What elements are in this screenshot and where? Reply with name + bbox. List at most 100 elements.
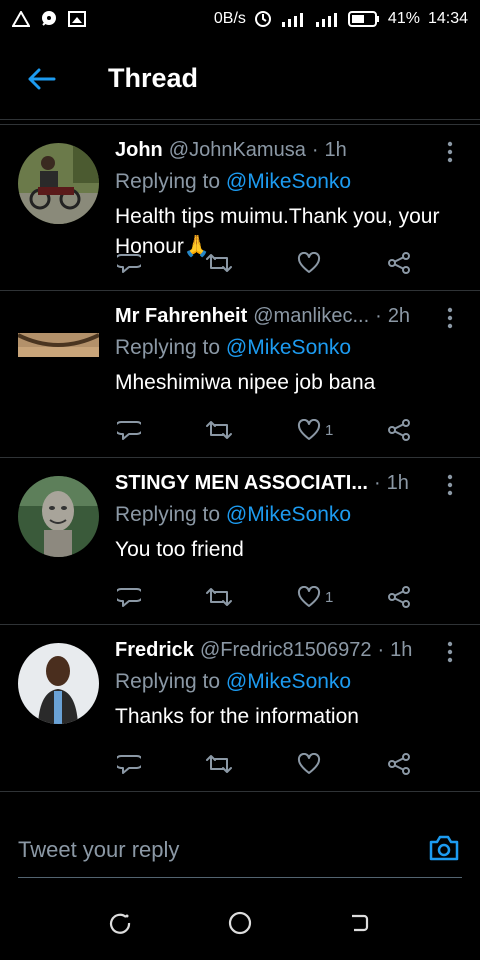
author-handle: @JohnKamusa bbox=[168, 139, 306, 161]
like-button[interactable] bbox=[297, 250, 325, 276]
retweet-icon bbox=[206, 254, 232, 272]
avatar[interactable] bbox=[18, 643, 99, 724]
tweet-time: 1h bbox=[390, 639, 413, 661]
share-button[interactable] bbox=[387, 584, 411, 610]
more-options-button[interactable] bbox=[438, 474, 462, 498]
like-button[interactable]: 1 bbox=[297, 584, 333, 610]
retweet-icon bbox=[206, 755, 232, 773]
signal-hd-icon bbox=[280, 10, 306, 28]
replying-to: Replying to @MikeSonko bbox=[115, 503, 462, 527]
home-button[interactable] bbox=[228, 911, 252, 940]
mention-link[interactable]: @MikeSonko bbox=[226, 670, 351, 693]
comment-icon bbox=[117, 254, 141, 273]
battery-icon bbox=[347, 11, 380, 27]
share-button[interactable] bbox=[387, 751, 411, 777]
reply-button[interactable] bbox=[117, 417, 141, 443]
more-options-button[interactable] bbox=[438, 307, 462, 331]
signal-icon bbox=[314, 10, 340, 28]
comment-icon bbox=[117, 755, 141, 774]
tweet-text: Thanks for the information bbox=[115, 705, 359, 728]
status-notifications bbox=[12, 10, 86, 28]
like-button[interactable]: 1 bbox=[297, 417, 333, 443]
share-icon bbox=[388, 586, 410, 608]
tweet-actions: 1 bbox=[115, 417, 415, 443]
camera-icon bbox=[429, 835, 459, 861]
page-title: Thread bbox=[108, 63, 199, 93]
replying-prefix: Replying to bbox=[115, 670, 221, 693]
like-count: 1 bbox=[325, 421, 334, 439]
status-bar: 0B/s 41% 14:34 bbox=[0, 0, 480, 38]
retweet-button[interactable] bbox=[205, 751, 233, 777]
replying-prefix: Replying to bbox=[115, 503, 221, 526]
heart-icon bbox=[297, 419, 321, 440]
tweet-actions bbox=[115, 250, 415, 276]
share-icon bbox=[388, 419, 410, 441]
more-options-button[interactable] bbox=[438, 641, 462, 665]
heart-icon bbox=[297, 252, 321, 273]
retweet-button[interactable] bbox=[205, 250, 233, 276]
mention-link[interactable]: @MikeSonko bbox=[226, 170, 351, 193]
share-button[interactable] bbox=[387, 417, 411, 443]
clock: 14:34 bbox=[427, 10, 468, 27]
author-name[interactable]: John bbox=[115, 139, 163, 162]
tweet-time: 1h bbox=[324, 139, 347, 161]
app-header: Thread bbox=[0, 38, 480, 120]
author-name[interactable]: Mr Fahrenheit bbox=[115, 305, 247, 328]
tweet-text: Mheshimiwa nipee job bana bbox=[115, 371, 376, 394]
tweet-actions bbox=[115, 751, 415, 777]
back-nav-button[interactable] bbox=[348, 911, 372, 940]
avatar[interactable] bbox=[18, 476, 99, 557]
reply-button[interactable] bbox=[117, 751, 141, 777]
tweet-text: You too friend bbox=[115, 538, 244, 561]
back-button[interactable] bbox=[0, 38, 84, 120]
tweet[interactable]: Mr Fahrenheit @manlikec... · 2h Replying… bbox=[0, 291, 480, 458]
more-options-button[interactable] bbox=[438, 141, 462, 165]
recents-icon bbox=[109, 913, 131, 934]
recents-button[interactable] bbox=[108, 911, 132, 940]
network-speed: 0B/s bbox=[213, 10, 246, 27]
more-vertical-icon bbox=[447, 307, 453, 329]
replying-to: Replying to @MikeSonko bbox=[115, 670, 462, 694]
more-vertical-icon bbox=[447, 474, 453, 496]
arrow-left-icon bbox=[28, 68, 56, 89]
tweet[interactable]: Fredrick @Fredric81506972 · 1h Replying … bbox=[0, 625, 480, 792]
like-button[interactable] bbox=[297, 751, 325, 777]
more-vertical-icon bbox=[447, 141, 453, 163]
avatar[interactable] bbox=[18, 143, 99, 224]
comment-icon bbox=[117, 421, 141, 440]
thread-list: John @JohnKamusa · 1h Replying to @MikeS… bbox=[0, 124, 480, 792]
home-circle-icon bbox=[228, 911, 252, 934]
camera-button[interactable] bbox=[428, 834, 460, 867]
author-name[interactable]: STINGY MEN ASSOCIATI... bbox=[115, 472, 368, 495]
retweet-icon bbox=[206, 421, 232, 439]
battery-level: 41% bbox=[387, 10, 420, 27]
tweet-time: 2h bbox=[387, 305, 411, 327]
replying-to: Replying to @MikeSonko bbox=[115, 336, 462, 360]
retweet-button[interactable] bbox=[205, 417, 233, 443]
reply-input[interactable]: Tweet your reply bbox=[18, 837, 179, 863]
heart-icon bbox=[297, 586, 321, 607]
replying-prefix: Replying to bbox=[115, 170, 221, 193]
reply-button[interactable] bbox=[117, 250, 141, 276]
screenshot-icon bbox=[68, 11, 86, 27]
author-handle: @Fredric81506972 bbox=[199, 639, 372, 661]
mention-link[interactable]: @MikeSonko bbox=[226, 503, 351, 526]
tweet-time: 1h bbox=[386, 472, 409, 494]
alert-triangle-icon bbox=[12, 11, 30, 27]
comment-icon bbox=[117, 588, 141, 607]
author-name[interactable]: Fredrick bbox=[115, 639, 194, 662]
retweet-icon bbox=[206, 588, 232, 606]
avatar[interactable] bbox=[18, 333, 99, 357]
share-icon bbox=[388, 252, 410, 274]
reply-button[interactable] bbox=[117, 584, 141, 610]
reply-composer: Tweet your reply bbox=[0, 812, 480, 880]
mention-link[interactable]: @MikeSonko bbox=[226, 336, 351, 359]
heart-icon bbox=[297, 753, 321, 774]
share-button[interactable] bbox=[387, 250, 411, 276]
tweet[interactable]: STINGY MEN ASSOCIATI... · 1h Replying to… bbox=[0, 458, 480, 625]
retweet-button[interactable] bbox=[205, 584, 233, 610]
replying-to: Replying to @MikeSonko bbox=[115, 170, 462, 194]
author-handle: @manlikec... bbox=[253, 305, 370, 327]
share-icon bbox=[388, 753, 410, 775]
tweet[interactable]: John @JohnKamusa · 1h Replying to @MikeS… bbox=[0, 124, 480, 291]
